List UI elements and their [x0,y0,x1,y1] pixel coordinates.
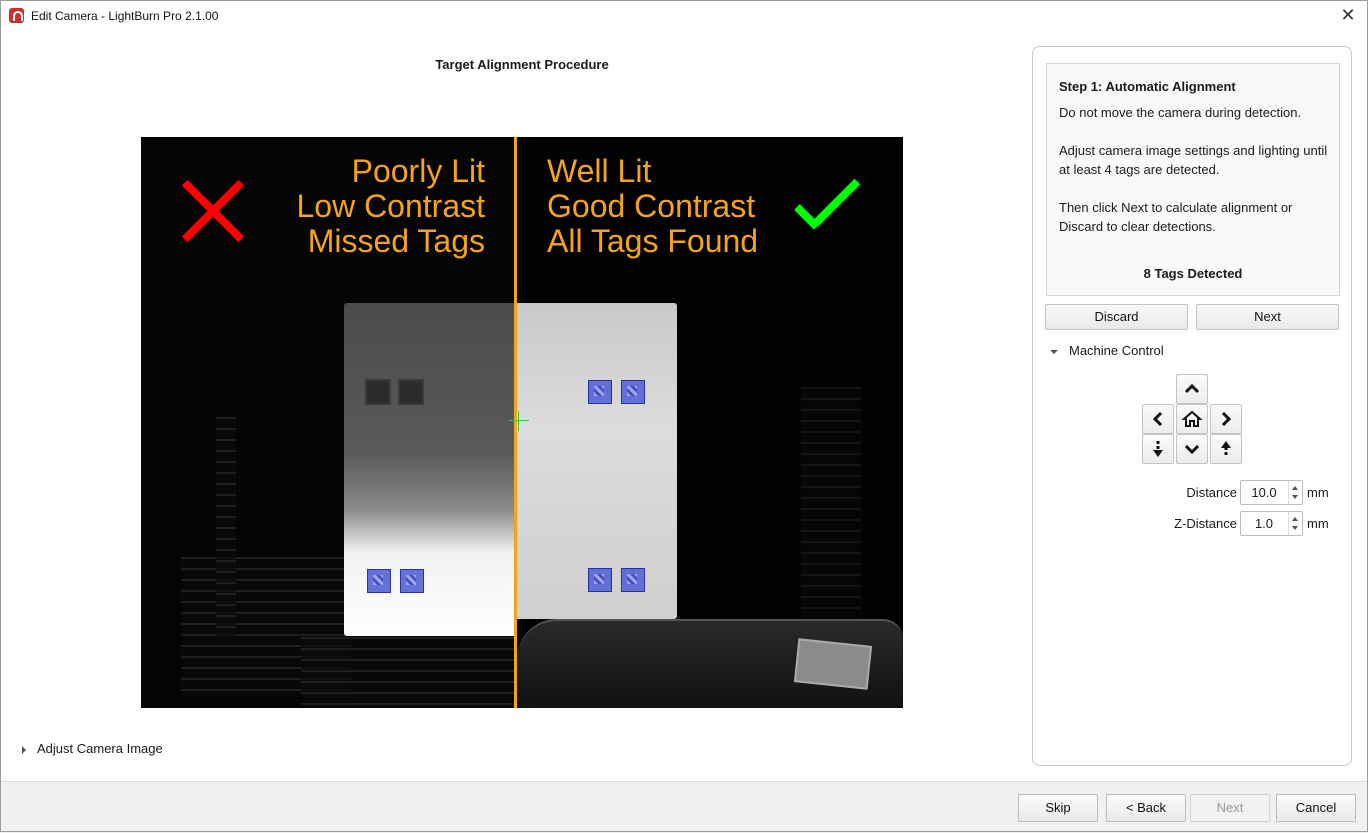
distance-unit: mm [1307,485,1329,500]
step-instruction-3: Then click Next to calculate alignment o… [1059,200,1293,234]
panel-next-button[interactable]: Next [1196,304,1339,330]
window-title: Edit Camera - LightBurn Pro 2.1.00 [31,9,219,23]
zdistance-spinbox[interactable]: 1.0 [1240,511,1303,536]
home-icon [1182,410,1202,427]
chevron-down-icon [1184,444,1200,455]
procedure-title: Target Alignment Procedure [435,57,609,72]
step-heading: Step 1: Automatic Alignment [1059,79,1236,94]
jog-right-button[interactable] [1210,404,1242,434]
step-instruction-2: Adjust camera image settings and lightin… [1059,143,1328,177]
chevron-up-icon [1184,383,1200,394]
detected-tag [621,568,645,592]
distance-stepper[interactable] [1288,481,1302,504]
crosshair-icon [509,411,529,431]
stepper-down-icon [1292,526,1298,530]
distance-label: Distance [1186,485,1237,500]
camera-preview: Poorly Lit Low Contrast Missed Tags Well… [141,137,903,708]
detected-tag [621,380,645,404]
chevron-left-icon [1152,411,1163,427]
step-instruction-1: Do not move the camera during detection. [1059,105,1302,120]
good-lighting-caption: Well Lit Good Contrast All Tags Found [547,153,759,259]
tags-detected-count: 8 Tags Detected [1143,266,1243,281]
cancel-button[interactable]: Cancel [1276,794,1356,822]
zdistance-value: 1.0 [1254,516,1274,531]
detected-tag [400,569,424,593]
jog-down-button[interactable] [1176,434,1208,464]
detected-tag [588,568,612,592]
stepper-up-icon [1292,517,1298,521]
jog-up-button[interactable] [1176,374,1208,404]
jog-left-button[interactable] [1142,404,1174,434]
close-button[interactable]: ✕ [1338,5,1358,25]
machine-label-plate [793,638,873,690]
discard-button[interactable]: Discard [1045,304,1188,330]
adjust-camera-image-toggle[interactable]: Adjust Camera Image [22,741,163,756]
dialog-button-bar: Skip < Back Next Cancel [0,781,1368,833]
chevron-right-icon [1221,411,1232,427]
red-x-icon [179,177,247,245]
home-button[interactable] [1176,404,1208,434]
stepper-down-icon [1292,495,1298,499]
undetected-tag [365,379,391,405]
title-bar: Edit Camera - LightBurn Pro 2.1.00 ✕ [0,0,1368,32]
zdistance-label: Z-Distance [1174,516,1237,531]
detected-tag [588,380,612,404]
machine-control-label: Machine Control [1069,343,1164,358]
distance-value: 10.0 [1251,485,1277,500]
footer-next-button[interactable]: Next [1190,794,1270,822]
zdistance-unit: mm [1307,516,1329,531]
green-check-icon [791,173,863,233]
undetected-tag [398,379,424,405]
adjust-camera-image-label: Adjust Camera Image [37,741,163,756]
back-button[interactable]: < Back [1106,794,1186,822]
step-info-box: Step 1: Automatic Alignment Do not move … [1046,63,1340,296]
expand-arrow-icon [22,745,26,754]
z-up-arrow-icon [1221,441,1231,457]
alignment-panel: Step 1: Automatic Alignment Do not move … [1032,46,1352,766]
z-down-button[interactable] [1142,434,1174,464]
skip-button[interactable]: Skip [1018,794,1098,822]
stepper-up-icon [1292,486,1298,490]
collapse-arrow-icon [1050,349,1058,354]
distance-spinbox[interactable]: 10.0 [1240,480,1303,505]
lightburn-logo-icon [9,8,24,23]
z-up-button[interactable] [1210,434,1242,464]
detected-tag [367,569,391,593]
zdistance-stepper[interactable] [1288,512,1302,535]
machine-control-toggle[interactable]: Machine Control [1050,343,1164,358]
z-down-arrow-icon [1153,441,1163,457]
poor-lighting-caption: Poorly Lit Low Contrast Missed Tags [296,153,485,259]
